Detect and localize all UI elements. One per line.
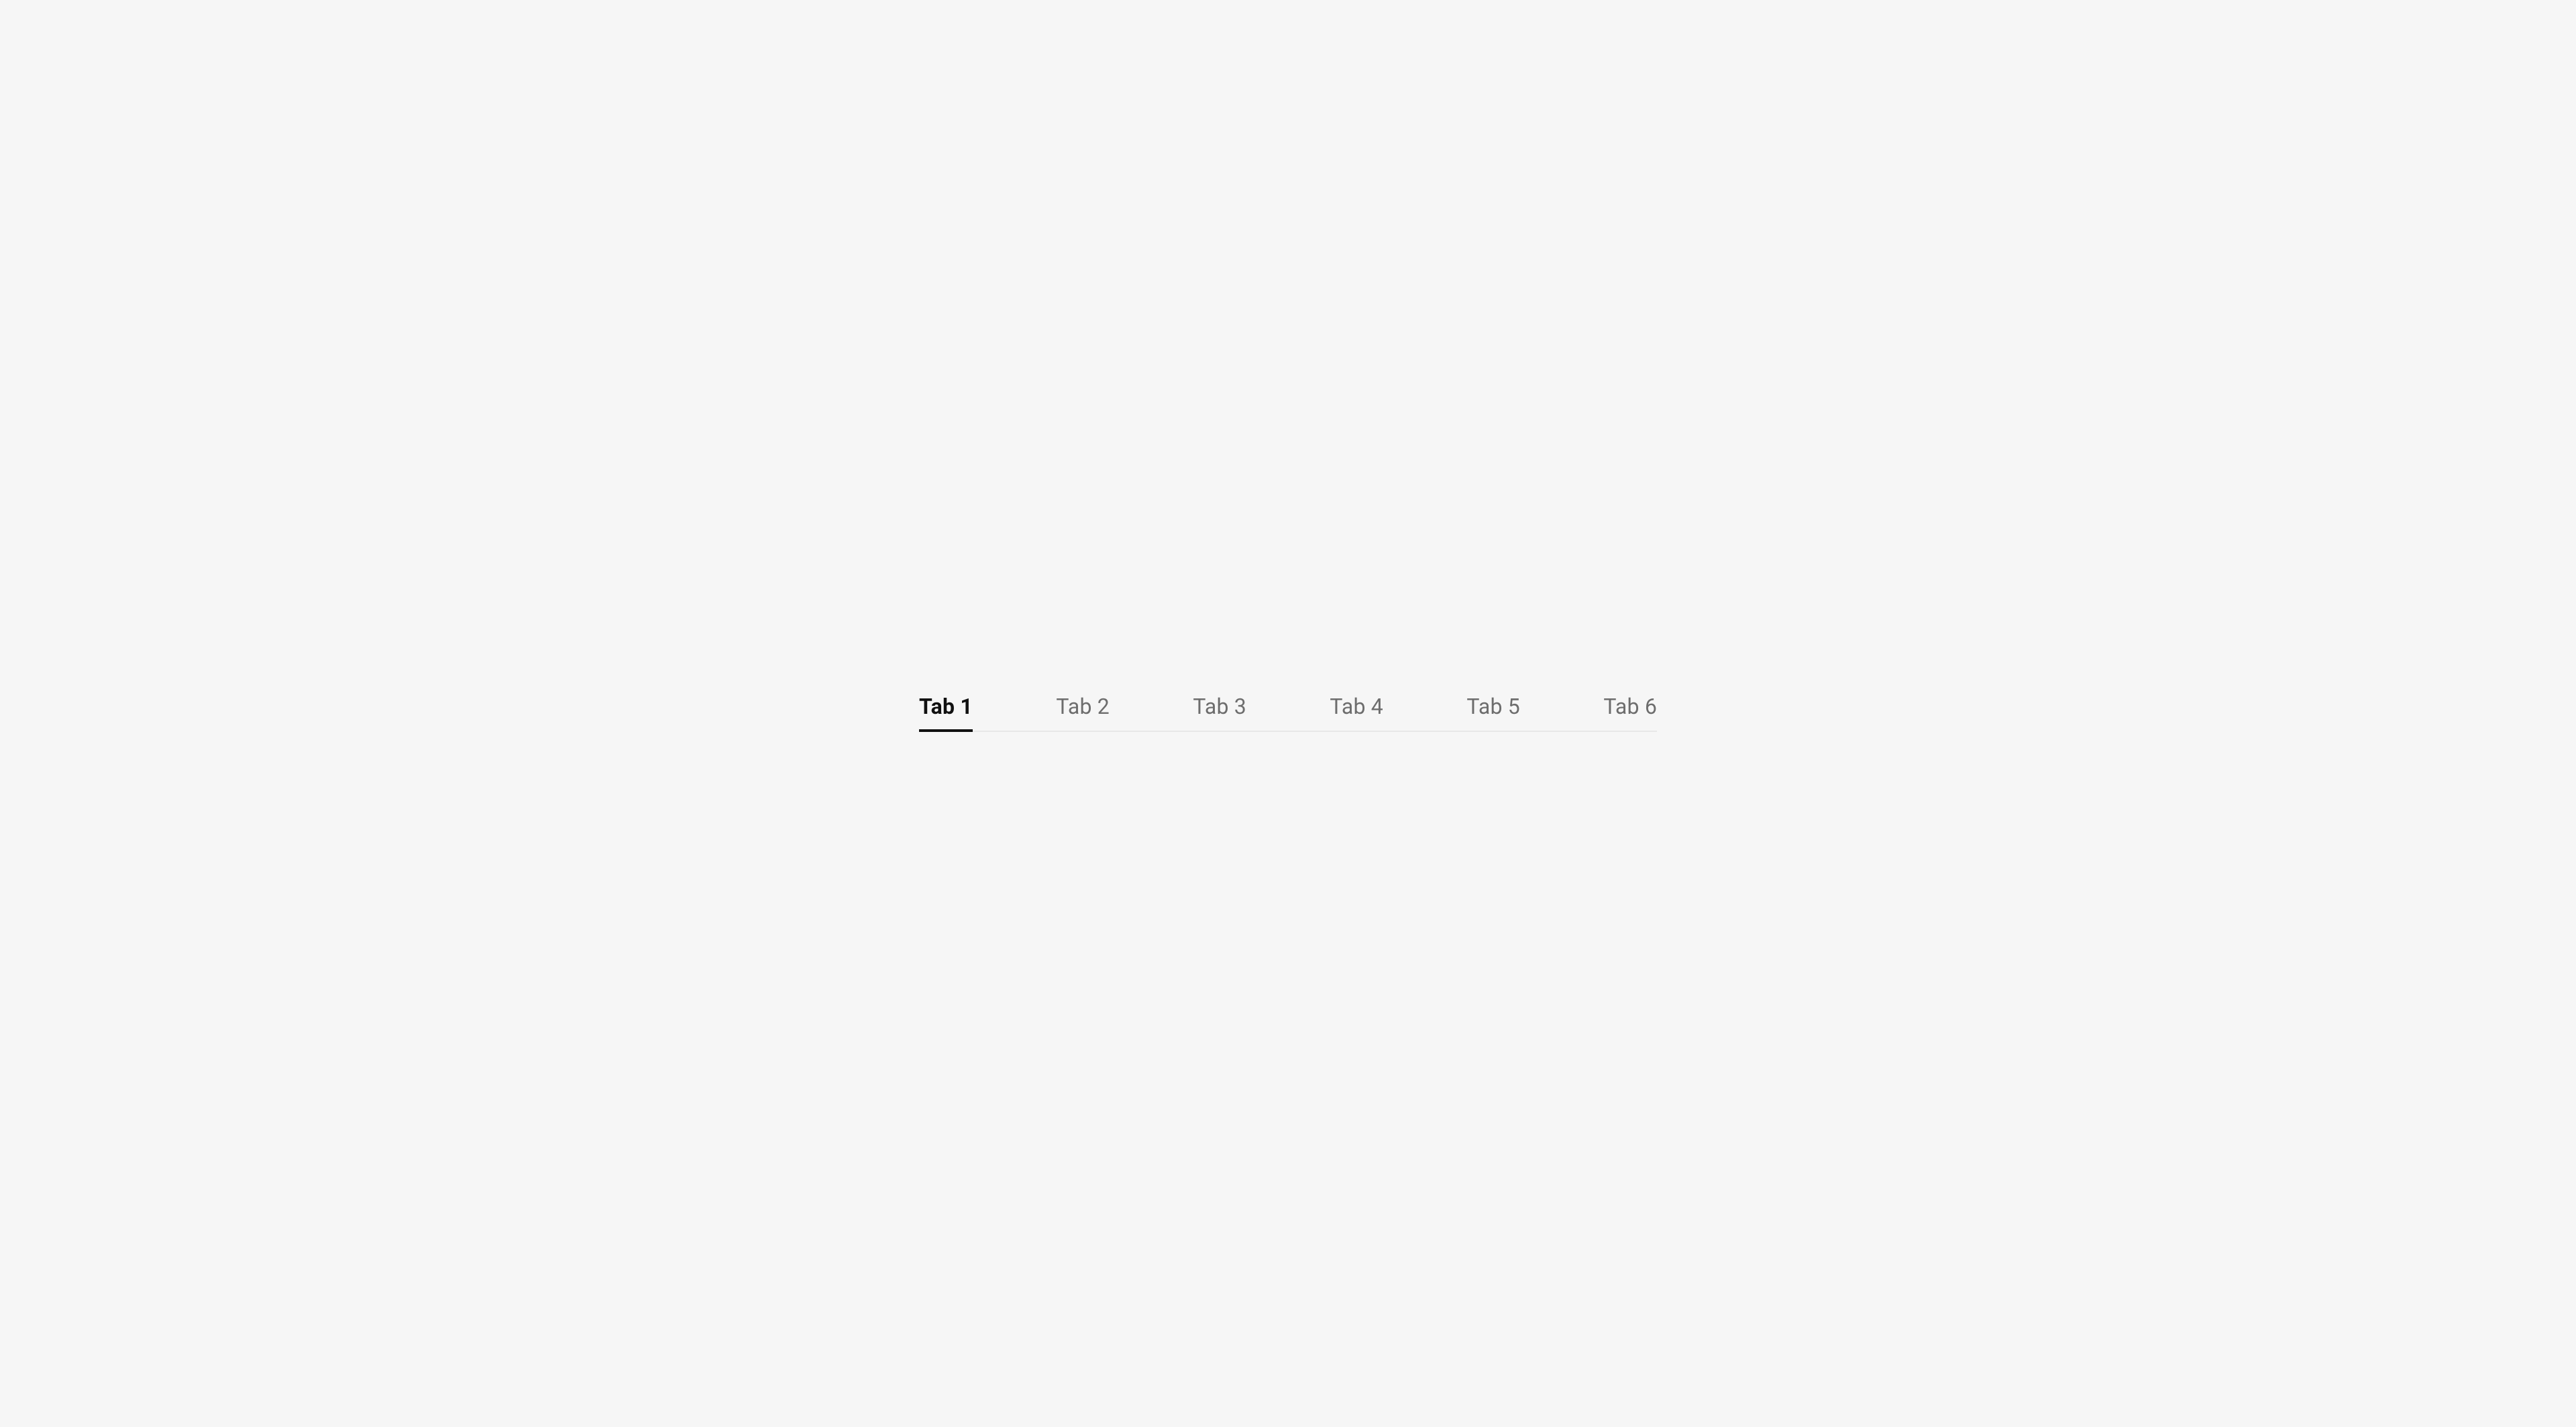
tab-label: Tab 5	[1466, 694, 1520, 719]
tab-4[interactable]: Tab 4	[1330, 695, 1383, 731]
tab-5[interactable]: Tab 5	[1466, 695, 1520, 731]
tab-label: Tab 1	[919, 694, 973, 719]
tabs-container: Tab 1 Tab 2 Tab 3 Tab 4 Tab 5 Tab 6	[919, 695, 1657, 732]
tab-2[interactable]: Tab 2	[1056, 695, 1110, 731]
tab-label: Tab 4	[1330, 694, 1383, 719]
tab-1[interactable]: Tab 1	[919, 695, 973, 731]
tabs-list: Tab 1 Tab 2 Tab 3 Tab 4 Tab 5 Tab 6	[919, 695, 1657, 732]
tab-6[interactable]: Tab 6	[1603, 695, 1657, 731]
tab-label: Tab 6	[1603, 694, 1657, 719]
tab-3[interactable]: Tab 3	[1193, 695, 1246, 731]
tab-label: Tab 3	[1193, 694, 1246, 719]
tab-label: Tab 2	[1056, 694, 1110, 719]
